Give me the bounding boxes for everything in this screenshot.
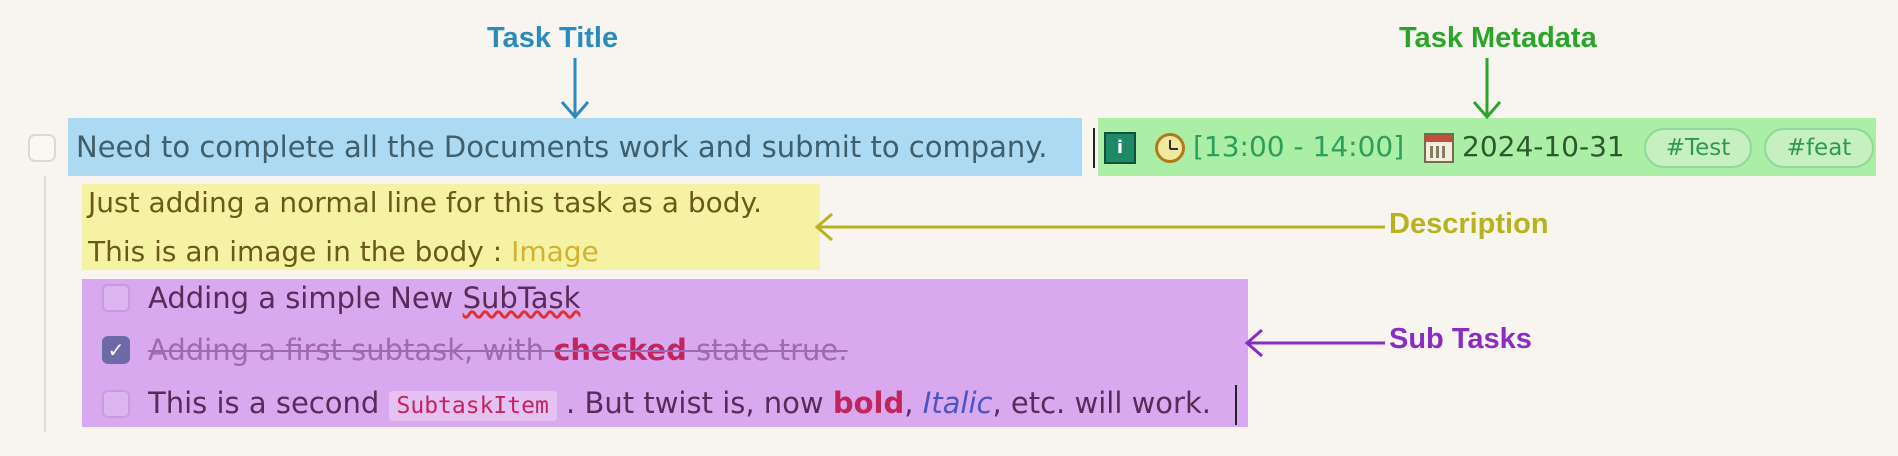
- subtask-2-suffix: state true.: [686, 333, 848, 367]
- arrow-description: [814, 212, 1385, 242]
- subtask-3-code: SubtaskItem: [388, 391, 557, 421]
- text-caret: [1093, 128, 1095, 168]
- subtask-1-text[interactable]: Adding a simple New SubTask: [148, 281, 580, 315]
- info-icon[interactable]: i: [1104, 132, 1136, 164]
- subtask-3-suffix: , etc. will work.: [992, 386, 1211, 420]
- subtask-1-checkbox[interactable]: [102, 284, 130, 312]
- task-checkbox[interactable]: [28, 134, 56, 162]
- subtask-2-checkbox[interactable]: ✓: [102, 336, 130, 364]
- subtask-2-prefix: Adding a first subtask, with: [148, 333, 554, 367]
- subtask-1-misspelled-word: SubTask: [462, 281, 581, 315]
- subtask-3-prefix: This is a second: [148, 386, 389, 420]
- subtask-3-italic: Italic: [922, 386, 993, 420]
- subtree-guide-line: [44, 176, 46, 432]
- subtask-3-checkbox[interactable]: [102, 390, 130, 418]
- subtask-2-text[interactable]: Adding a first subtask, with checked sta…: [148, 333, 848, 367]
- arrow-task-title: [560, 58, 590, 120]
- subtask-3-text[interactable]: This is a second SubtaskItem . But twist…: [148, 386, 1211, 421]
- subtask-3-mid: . But twist is, now: [556, 386, 833, 420]
- task-time[interactable]: [13:00 - 14:00]: [1193, 130, 1404, 163]
- tag-test[interactable]: #Test: [1644, 128, 1752, 168]
- tag-feat[interactable]: #feat: [1764, 128, 1874, 168]
- subtask-3-bold: bold: [832, 386, 905, 420]
- checkmark-icon: ✓: [107, 338, 125, 362]
- text-caret-2: [1235, 385, 1237, 425]
- task-title[interactable]: Need to complete all the Documents work …: [76, 130, 1048, 164]
- calendar-icon: [1424, 133, 1454, 163]
- arrow-sub-tasks: [1244, 328, 1385, 358]
- subtask-3-comma: ,: [904, 386, 923, 420]
- subtask-1-prefix: Adding a simple New: [148, 281, 463, 315]
- description-line-2-text: This is an image in the body :: [88, 235, 512, 268]
- task-due-date[interactable]: 2024-10-31: [1462, 130, 1625, 163]
- description-line-2: This is an image in the body : Image: [88, 235, 599, 268]
- alarm-clock-icon: [1155, 133, 1185, 163]
- arrow-task-metadata: [1472, 58, 1502, 120]
- description-line-1: Just adding a normal line for this task …: [88, 186, 762, 219]
- image-link[interactable]: Image: [511, 235, 599, 268]
- subtask-2-bold: checked: [553, 333, 687, 367]
